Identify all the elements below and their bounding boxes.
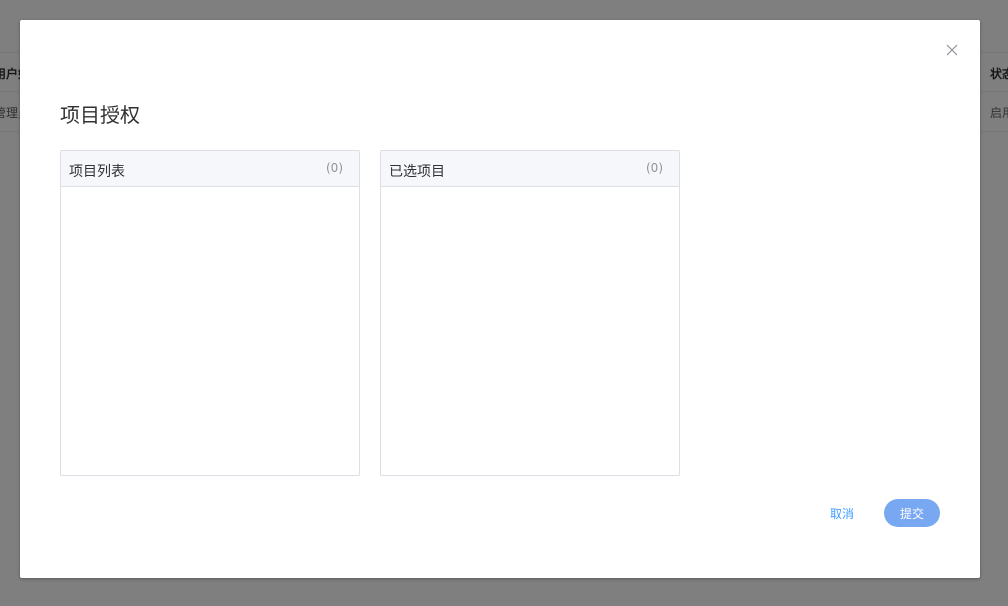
transfer-panel-header: 项目列表 (0) bbox=[61, 151, 359, 187]
transfer-panel-list[interactable] bbox=[381, 187, 679, 475]
transfer-panel-list[interactable] bbox=[61, 187, 359, 475]
transfer-panel-source: 项目列表 (0) bbox=[60, 150, 360, 476]
transfer-panel-title: 已选项目 bbox=[389, 164, 445, 180]
close-icon[interactable] bbox=[944, 42, 960, 58]
transfer-panel-header: 已选项目 (0) bbox=[381, 151, 679, 187]
transfer-panel-count: (0) bbox=[326, 161, 343, 175]
dialog-title: 项目授权 bbox=[60, 103, 140, 127]
submit-button[interactable]: 提交 bbox=[884, 499, 940, 527]
cancel-button[interactable]: 取消 bbox=[816, 500, 868, 526]
project-authorization-dialog: 项目授权 项目列表 (0) 已选项目 (0) 取消 提交 bbox=[20, 20, 980, 578]
transfer-panel-title: 项目列表 bbox=[69, 164, 125, 180]
transfer-panel-target: 已选项目 (0) bbox=[380, 150, 680, 476]
transfer-panel-count: (0) bbox=[646, 161, 663, 175]
